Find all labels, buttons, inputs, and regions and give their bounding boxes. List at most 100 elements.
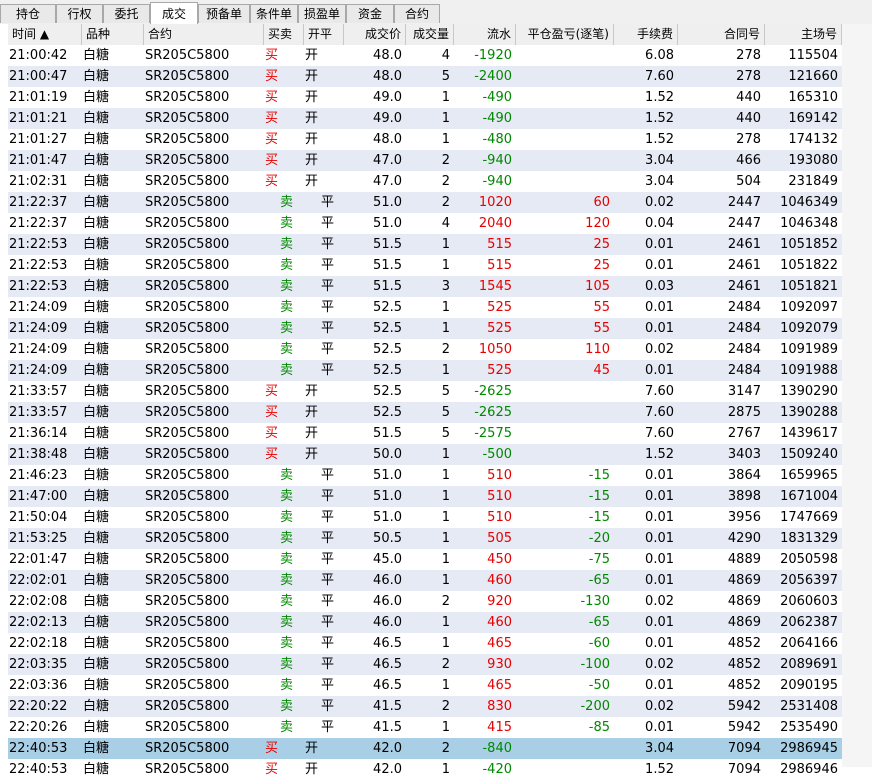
tab-8[interactable]: 合约 bbox=[394, 4, 440, 23]
cell-col-9: 0.02 bbox=[645, 594, 674, 609]
column-header-3[interactable]: 买卖 bbox=[264, 24, 304, 45]
table-row[interactable]: 22:40:53 白糖 SR205C5800 买 开 42.0 2 -840 3.04 7094 2… bbox=[8, 738, 842, 759]
cell-col-11: 165310 bbox=[788, 90, 838, 105]
cell-col-4: 平 bbox=[321, 489, 335, 504]
tab-3[interactable]: 成交 bbox=[150, 2, 198, 24]
cell-col-4: 开 bbox=[305, 90, 319, 105]
table-row[interactable]: 21:02:31 白糖 SR205C5800 买 开 47.0 2 -940 3.04 504 23… bbox=[8, 171, 842, 192]
cell-col-11: 1671004 bbox=[780, 489, 838, 504]
cell-col-0: 21:38:48 bbox=[9, 447, 68, 462]
table-row[interactable]: 21:24:09 白糖 SR205C5800 卖 平 52.5 1 525 55 0.01 2484… bbox=[8, 318, 842, 339]
cell-col-10: 2875 bbox=[727, 405, 761, 420]
tab-2[interactable]: 委托 bbox=[103, 4, 150, 23]
cell-col-10: 3898 bbox=[727, 489, 761, 504]
cell-col-2: SR205C5800 bbox=[145, 678, 230, 693]
cell-col-10: 2484 bbox=[727, 363, 761, 378]
column-header-2[interactable]: 合约 bbox=[144, 24, 264, 45]
cell-col-9: 3.04 bbox=[645, 174, 674, 189]
tab-7[interactable]: 资金 bbox=[346, 4, 394, 23]
table-row[interactable]: 21:24:09 白糖 SR205C5800 卖 平 52.5 2 1050 110 0.02 24… bbox=[8, 339, 842, 360]
table-row[interactable]: 21:22:53 白糖 SR205C5800 卖 平 51.5 1 515 25 0.01 2461… bbox=[8, 255, 842, 276]
cell-col-4: 平 bbox=[321, 615, 335, 630]
cell-col-8 bbox=[516, 87, 614, 108]
table-row[interactable]: 21:50:04 白糖 SR205C5800 卖 平 51.0 1 510 -15 0.01 395… bbox=[8, 507, 842, 528]
cell-col-6: 1 bbox=[441, 762, 450, 777]
table-row[interactable]: 22:03:36 白糖 SR205C5800 卖 平 46.5 1 465 -50 0.01 485… bbox=[8, 675, 842, 696]
cell-col-7: 510 bbox=[487, 489, 512, 504]
column-header-0[interactable]: 时间 ▲ bbox=[8, 24, 82, 45]
table-row[interactable]: 21:53:25 白糖 SR205C5800 卖 平 50.5 1 505 -20 0.01 429… bbox=[8, 528, 842, 549]
cell-col-6: 4 bbox=[441, 216, 450, 231]
column-header-9[interactable]: 手续费 bbox=[614, 24, 678, 45]
cell-col-7: 415 bbox=[487, 720, 512, 735]
table-row[interactable]: 21:01:47 白糖 SR205C5800 买 开 47.0 2 -940 3.04 466 19… bbox=[8, 150, 842, 171]
cell-col-4: 平 bbox=[321, 552, 335, 567]
cell-col-1: 白糖 bbox=[83, 531, 110, 546]
column-header-11[interactable]: 主场号 bbox=[765, 24, 842, 45]
table-row[interactable]: 22:20:22 白糖 SR205C5800 卖 平 41.5 2 830 -200 0.02 59… bbox=[8, 696, 842, 717]
table-row[interactable]: 21:24:09 白糖 SR205C5800 卖 平 52.5 1 525 45 0.01 2484… bbox=[8, 360, 842, 381]
cell-col-0: 21:22:37 bbox=[9, 216, 68, 231]
table-row[interactable]: 22:02:08 白糖 SR205C5800 卖 平 46.0 2 920 -130 0.02 48… bbox=[8, 591, 842, 612]
tab-0[interactable]: 持仓 bbox=[0, 4, 56, 23]
cell-col-3: 买 bbox=[265, 426, 279, 441]
table-row[interactable]: 22:20:26 白糖 SR205C5800 卖 平 41.5 1 415 -85 0.01 594… bbox=[8, 717, 842, 738]
tab-1[interactable]: 行权 bbox=[56, 4, 103, 23]
table-row[interactable]: 21:01:21 白糖 SR205C5800 买 开 49.0 1 -490 1.52 440 16… bbox=[8, 108, 842, 129]
column-header-4[interactable]: 开平 bbox=[304, 24, 344, 45]
table-row[interactable]: 21:33:57 白糖 SR205C5800 买 开 52.5 5 -2625 7.60 2875… bbox=[8, 402, 842, 423]
cell-col-3: 卖 bbox=[280, 594, 294, 609]
cell-col-5: 51.0 bbox=[373, 468, 402, 483]
cell-col-10: 2447 bbox=[727, 216, 761, 231]
cell-col-10: 7094 bbox=[727, 741, 761, 756]
column-header-5[interactable]: 成交价 bbox=[344, 24, 406, 45]
cell-col-5: 48.0 bbox=[373, 48, 402, 63]
tab-5[interactable]: 条件单 bbox=[250, 4, 298, 23]
cell-col-8 bbox=[516, 759, 614, 780]
cell-col-5: 52.5 bbox=[373, 384, 402, 399]
cell-col-6: 4 bbox=[441, 48, 450, 63]
table-row[interactable]: 21:22:37 白糖 SR205C5800 卖 平 51.0 2 1020 60 0.02 244… bbox=[8, 192, 842, 213]
cell-col-2: SR205C5800 bbox=[145, 384, 230, 399]
table-row[interactable]: 22:02:18 白糖 SR205C5800 卖 平 46.5 1 465 -60 0.01 485… bbox=[8, 633, 842, 654]
tab-4[interactable]: 预备单 bbox=[198, 4, 250, 23]
cell-col-5: 42.0 bbox=[373, 762, 402, 777]
cell-col-6: 1 bbox=[441, 678, 450, 693]
cell-col-8 bbox=[516, 150, 614, 171]
cell-col-0: 22:02:01 bbox=[9, 573, 68, 588]
table-row[interactable]: 21:36:14 白糖 SR205C5800 买 开 51.5 5 -2575 7.60 2767… bbox=[8, 423, 842, 444]
cell-col-4: 开 bbox=[305, 111, 319, 126]
column-header-7[interactable]: 流水 bbox=[454, 24, 516, 45]
table-row[interactable]: 21:47:00 白糖 SR205C5800 卖 平 51.0 1 510 -15 0.01 389… bbox=[8, 486, 842, 507]
cell-col-9: 0.01 bbox=[645, 510, 674, 525]
table-row[interactable]: 22:02:13 白糖 SR205C5800 卖 平 46.0 1 460 -65 0.01 486… bbox=[8, 612, 842, 633]
table-row[interactable]: 21:00:47 白糖 SR205C5800 买 开 48.0 5 -2400 7.60 278 1… bbox=[8, 66, 842, 87]
column-header-8[interactable]: 平仓盈亏(逐笔) bbox=[516, 24, 614, 45]
table-row[interactable]: 21:01:27 白糖 SR205C5800 买 开 48.0 1 -480 1.52 278 17… bbox=[8, 129, 842, 150]
cell-col-6: 1 bbox=[441, 573, 450, 588]
cell-col-10: 4852 bbox=[727, 636, 761, 651]
table-row[interactable]: 21:24:09 白糖 SR205C5800 卖 平 52.5 1 525 55 0.01 2484… bbox=[8, 297, 842, 318]
table-row[interactable]: 21:38:48 白糖 SR205C5800 买 开 50.0 1 -500 1.52 3403 1… bbox=[8, 444, 842, 465]
table-row[interactable]: 22:02:01 白糖 SR205C5800 卖 平 46.0 1 460 -65 0.01 486… bbox=[8, 570, 842, 591]
column-header-10[interactable]: 合同号 bbox=[678, 24, 765, 45]
table-row[interactable]: 21:22:53 白糖 SR205C5800 卖 平 51.5 3 1545 105 0.03 24… bbox=[8, 276, 842, 297]
table-row[interactable]: 22:40:53 白糖 SR205C5800 买 开 42.0 1 -420 1.52 7094 2… bbox=[8, 759, 842, 780]
cell-col-11: 1051821 bbox=[780, 279, 838, 294]
cell-col-3: 卖 bbox=[280, 300, 294, 315]
table-row[interactable]: 22:01:47 白糖 SR205C5800 卖 平 45.0 1 450 -75 0.01 488… bbox=[8, 549, 842, 570]
cell-col-2: SR205C5800 bbox=[145, 48, 230, 63]
table-row[interactable]: 21:22:53 白糖 SR205C5800 卖 平 51.5 1 515 25 0.01 2461… bbox=[8, 234, 842, 255]
table-row[interactable]: 21:46:23 白糖 SR205C5800 卖 平 51.0 1 510 -15 0.01 386… bbox=[8, 465, 842, 486]
table-row[interactable]: 21:33:57 白糖 SR205C5800 买 开 52.5 5 -2625 7.60 3147… bbox=[8, 381, 842, 402]
table-row[interactable]: 22:03:35 白糖 SR205C5800 卖 平 46.5 2 930 -100 0.02 48… bbox=[8, 654, 842, 675]
column-header-6[interactable]: 成交量 bbox=[406, 24, 454, 45]
cell-col-9: 0.01 bbox=[645, 237, 674, 252]
table-row[interactable]: 21:00:42 白糖 SR205C5800 买 开 48.0 4 -1920 6.08 278 1… bbox=[8, 45, 842, 66]
column-header-1[interactable]: 品种 bbox=[82, 24, 144, 45]
table-row[interactable]: 21:22:37 白糖 SR205C5800 卖 平 51.0 4 2040 120 0.04 24… bbox=[8, 213, 842, 234]
cell-col-11: 115504 bbox=[788, 48, 838, 63]
cell-col-8: 45 bbox=[593, 363, 610, 378]
table-row[interactable]: 21:01:19 白糖 SR205C5800 买 开 49.0 1 -490 1.52 440 16… bbox=[8, 87, 842, 108]
tab-6[interactable]: 损盈单 bbox=[298, 4, 346, 23]
